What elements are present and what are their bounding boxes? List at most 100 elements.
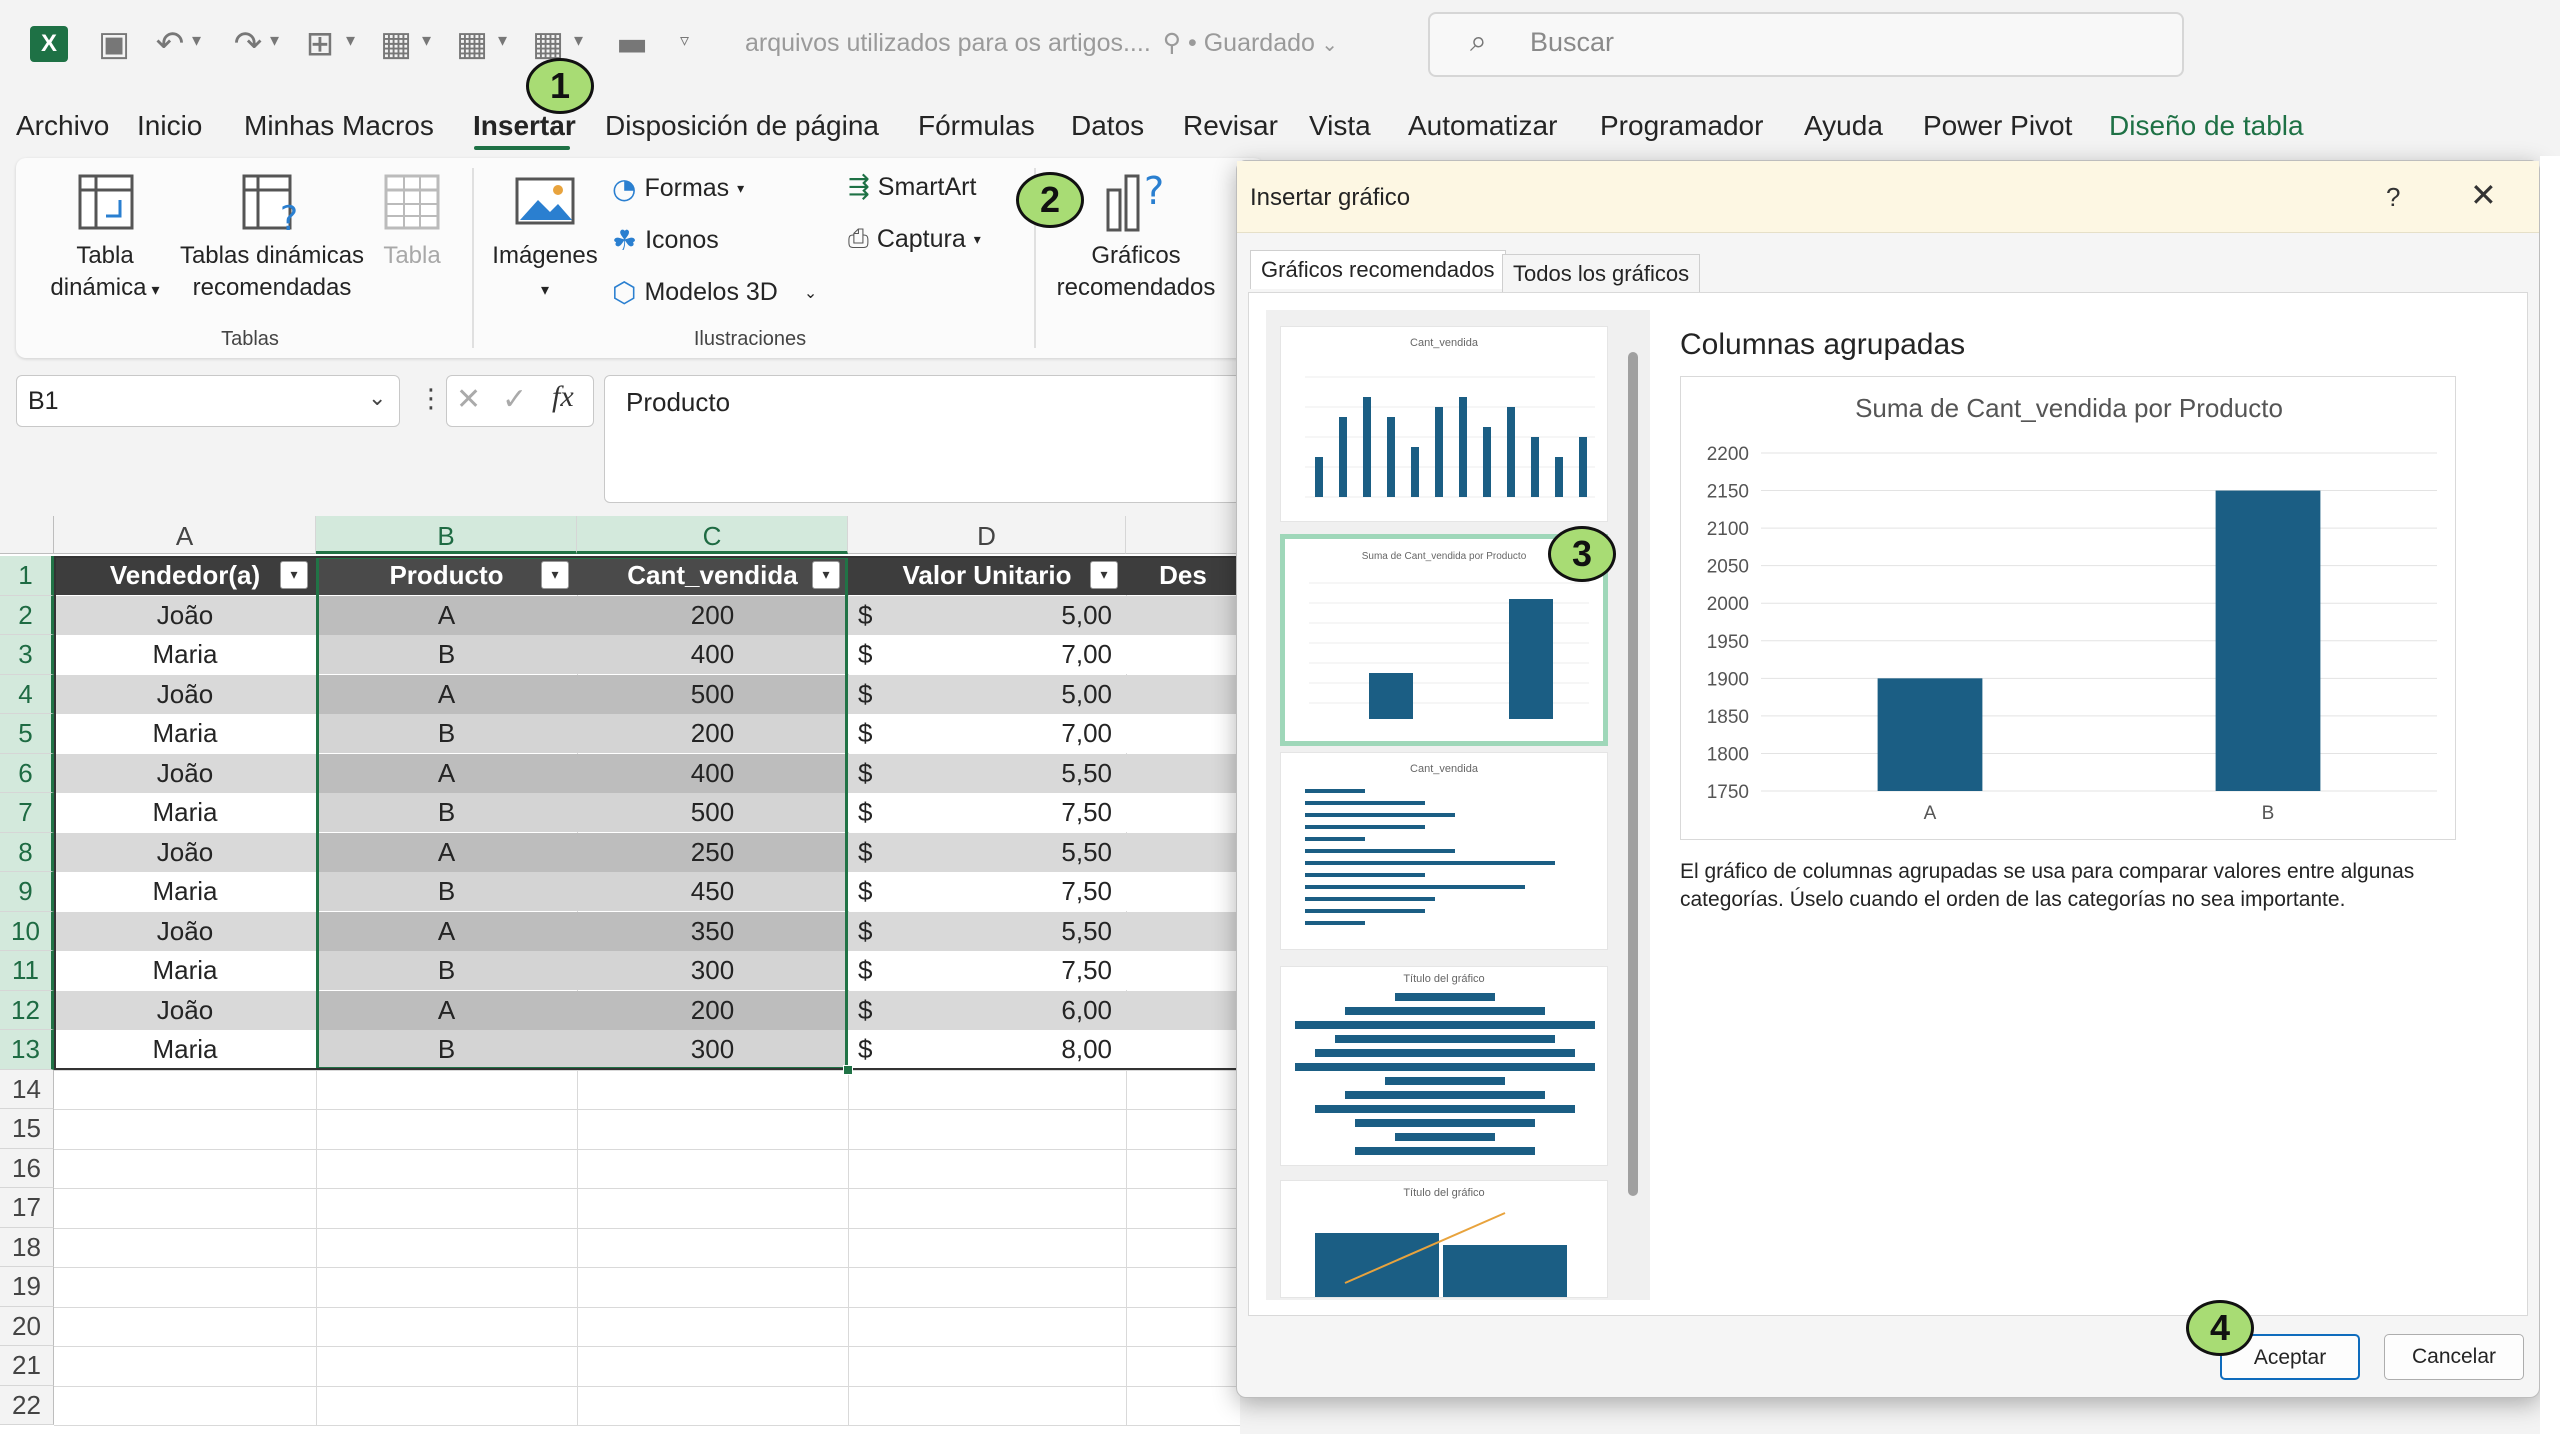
filter-dropdown-icon[interactable]: ▾ (812, 561, 840, 589)
table-cell[interactable]: 500 (577, 674, 848, 714)
quick-access-icon-1[interactable]: ⊞ (300, 22, 340, 66)
table-cell[interactable]: $ (858, 714, 898, 753)
chevron-down-icon[interactable]: ⌄ (368, 386, 386, 411)
table-cell[interactable]: João (54, 674, 316, 714)
table-cell[interactable]: 250 (577, 832, 848, 872)
recommended-charts-button[interactable]: Gráficos recomendados (1050, 240, 1222, 304)
row-header[interactable]: 14 (0, 1069, 54, 1109)
recommended-pivot-button[interactable]: Tablas dinámicas recomendadas (174, 240, 370, 304)
redo-icon[interactable]: ↷ (228, 22, 268, 66)
table-header-cell[interactable]: Des (1126, 556, 1240, 595)
row-header[interactable]: 22 (0, 1385, 54, 1425)
column-header-d[interactable]: D (848, 516, 1126, 554)
table-cell[interactable]: $ (858, 754, 898, 793)
row-header[interactable]: 12 (0, 990, 54, 1030)
thumbnail-column-chart[interactable]: Cant_vendida (1280, 326, 1608, 522)
table-header-cell[interactable]: Producto (316, 556, 577, 595)
document-name[interactable]: arquivos utilizados para os artigos.... ⚲… (745, 28, 1338, 58)
table-cell[interactable]: 200 (577, 714, 848, 753)
thumbnail-funnel-chart[interactable]: Título del gráfico (1280, 966, 1608, 1166)
undo-dropdown-icon[interactable]: ▾ (192, 30, 201, 51)
table-cell[interactable]: 350 (577, 911, 848, 951)
table-cell[interactable]: 7,00 (898, 635, 1112, 674)
table-cell[interactable]: João (54, 753, 316, 793)
table-cell[interactable]: 5,50 (898, 912, 1112, 951)
table-cell[interactable]: $ (858, 833, 898, 872)
table-cell[interactable]: B (316, 635, 577, 674)
table-cell[interactable]: 500 (577, 793, 848, 832)
table-cell[interactable]: 300 (577, 951, 848, 990)
table-cell[interactable]: B (316, 872, 577, 911)
table-cell[interactable]: 5,50 (898, 833, 1112, 872)
table-cell[interactable]: $ (858, 872, 898, 911)
column-header-a[interactable]: A (54, 516, 316, 554)
table-cell[interactable]: A (316, 911, 577, 951)
table-cell[interactable]: 7,50 (898, 793, 1112, 832)
cancel-button[interactable]: Cancelar (2384, 1334, 2524, 1380)
undo-icon[interactable]: ↶ (150, 22, 190, 66)
screenshot-button[interactable]: ⎙ Captura ▾ (848, 224, 981, 255)
save-icon[interactable]: ▣ (94, 22, 134, 66)
help-button[interactable]: ? (2386, 182, 2400, 213)
filter-dropdown-icon[interactable]: ▾ (541, 561, 569, 589)
table-cell[interactable]: 8,00 (898, 1030, 1112, 1069)
column-header-e[interactable] (1126, 516, 1240, 554)
quick-access-dropdown-4-icon[interactable]: ▾ (574, 30, 583, 51)
tab-minhas-macros[interactable]: Minhas Macros (244, 110, 434, 142)
row-header[interactable]: 21 (0, 1346, 54, 1386)
row-header[interactable]: 13 (0, 1030, 54, 1070)
row-header[interactable]: 18 (0, 1227, 54, 1267)
row-header[interactable]: 2 (0, 595, 54, 635)
thumbnail-scrollbar[interactable] (1628, 352, 1638, 1196)
tab-vista[interactable]: Vista (1309, 110, 1371, 142)
table-cell[interactable]: João (54, 832, 316, 872)
row-header[interactable]: 19 (0, 1267, 54, 1307)
table-cell[interactable]: 400 (577, 753, 848, 793)
tab-automatizar[interactable]: Automatizar (1408, 110, 1557, 142)
table-cell[interactable]: Maria (54, 635, 316, 674)
filter-dropdown-icon[interactable]: ▾ (280, 561, 308, 589)
table-cell[interactable]: 400 (577, 635, 848, 674)
quick-access-dropdown-2-icon[interactable]: ▾ (422, 30, 431, 51)
quick-access-icon-3[interactable]: ▦ (452, 22, 492, 66)
tab-recommended-charts[interactable]: Gráficos recomendados (1250, 250, 1506, 289)
redo-dropdown-icon[interactable]: ▾ (270, 30, 279, 51)
table-cell[interactable]: $ (858, 951, 898, 990)
table-cell[interactable]: $ (858, 793, 898, 832)
row-header[interactable]: 7 (0, 793, 54, 833)
tab-inicio[interactable]: Inicio (137, 110, 202, 142)
tab-disposicion-pagina[interactable]: Disposición de página (605, 110, 879, 142)
table-cell[interactable]: $ (858, 596, 898, 635)
table-cell[interactable]: B (316, 793, 577, 832)
row-header[interactable]: 4 (0, 674, 54, 714)
fill-handle[interactable] (843, 1064, 853, 1075)
more-options-icon[interactable]: ⋮ (418, 384, 444, 414)
tab-insertar[interactable]: Insertar (473, 110, 576, 142)
enter-icon[interactable]: ✓ (502, 382, 527, 417)
table-cell[interactable]: 200 (577, 595, 848, 635)
table-cell[interactable]: Maria (54, 714, 316, 753)
table-cell[interactable]: João (54, 990, 316, 1030)
table-cell[interactable]: 450 (577, 872, 848, 911)
table-button[interactable]: Tabla (372, 240, 452, 272)
shapes-button[interactable]: ◔ Formas ▾ (612, 172, 744, 205)
table-cell[interactable]: Maria (54, 872, 316, 911)
thumbnail-combo-chart[interactable]: Título del gráfico (1280, 1180, 1608, 1298)
table-cell[interactable]: B (316, 714, 577, 753)
table-header-cell[interactable]: Vendedor(a) (54, 556, 316, 595)
tab-ayuda[interactable]: Ayuda (1804, 110, 1883, 142)
table-header-cell[interactable]: Cant_vendida (577, 556, 848, 595)
tab-archivo[interactable]: Archivo (16, 110, 109, 142)
cancel-icon[interactable]: ✕ (456, 382, 481, 417)
table-cell[interactable]: A (316, 595, 577, 635)
tab-all-charts[interactable]: Todos los gráficos (1502, 254, 1701, 293)
thumbnail-bar-chart[interactable]: Cant_vendida (1280, 752, 1608, 950)
table-cell[interactable]: 7,00 (898, 714, 1112, 753)
table-cell[interactable]: A (316, 753, 577, 793)
table-cell[interactable]: 300 (577, 1030, 848, 1069)
table-cell[interactable]: 7,50 (898, 951, 1112, 990)
row-header[interactable]: 15 (0, 1109, 54, 1149)
table-cell[interactable]: João (54, 911, 316, 951)
row-header[interactable]: 16 (0, 1148, 54, 1188)
row-header[interactable]: 8 (0, 832, 54, 872)
